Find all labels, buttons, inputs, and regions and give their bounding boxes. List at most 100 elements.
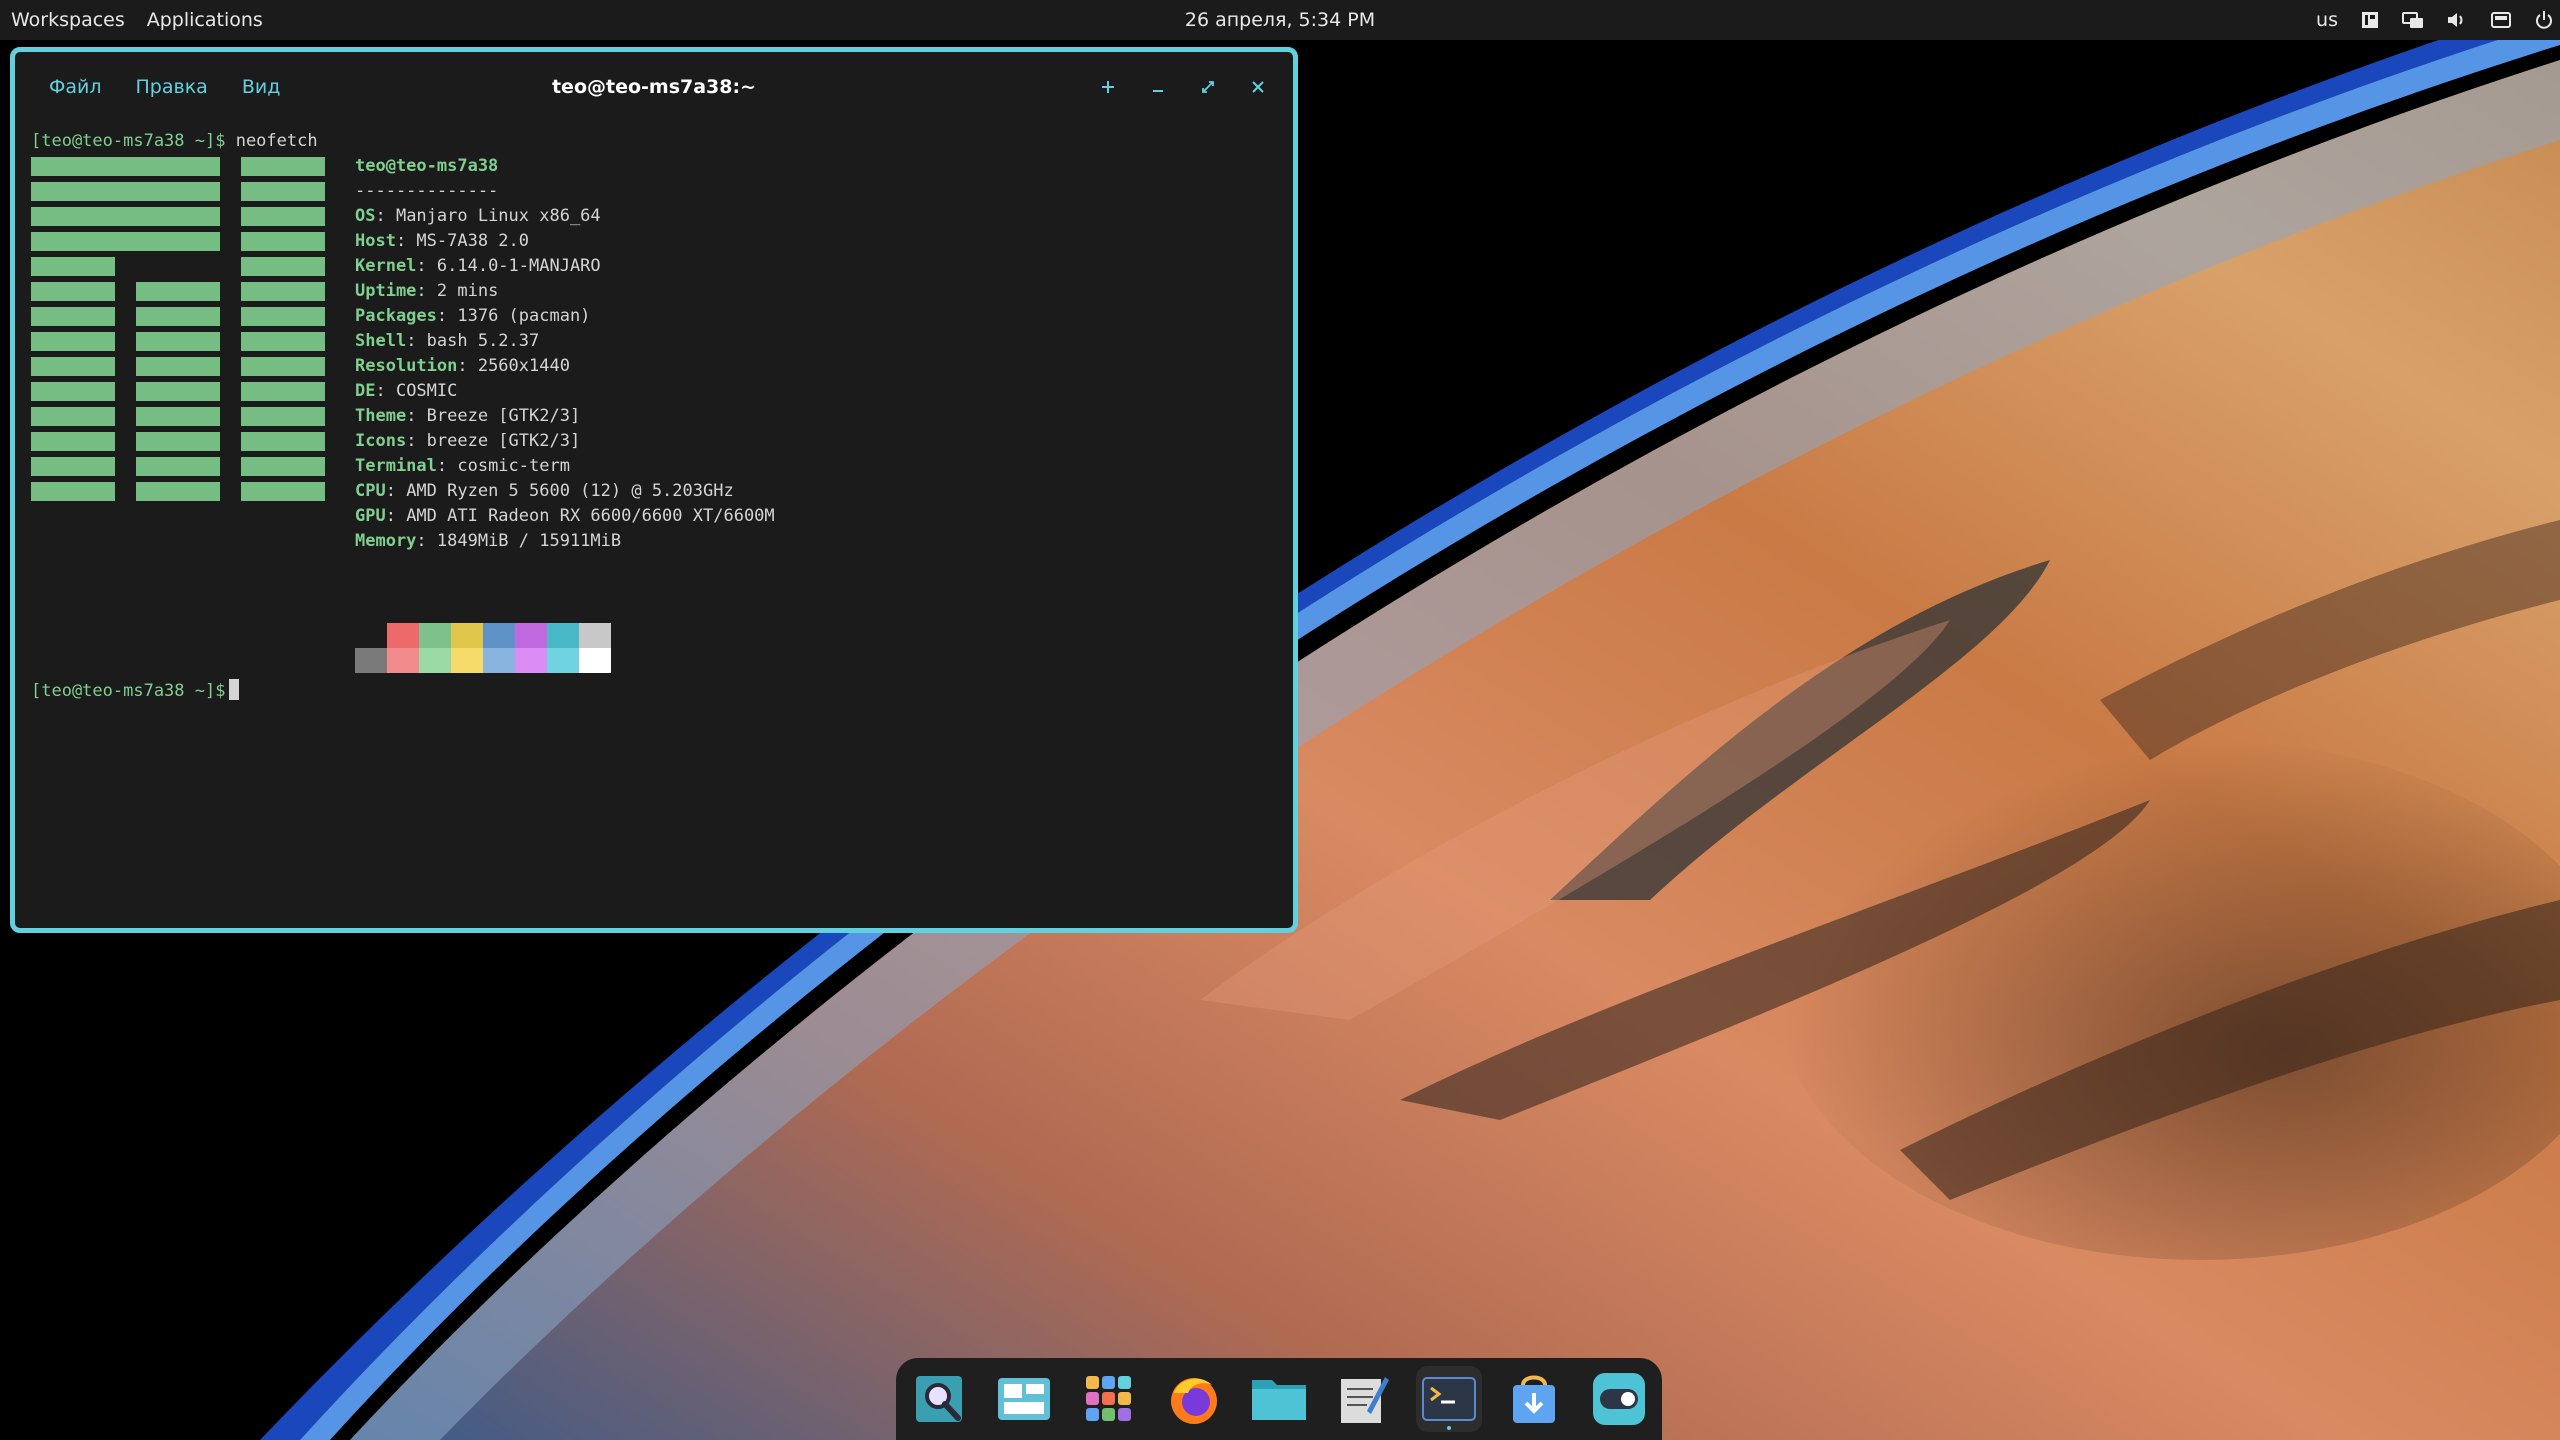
logo-block [31,307,115,326]
neofetch-line: Resolution: 2560x1440 [355,354,570,379]
dock-app-library[interactable] [1076,1366,1142,1432]
logo-block [241,232,325,251]
neofetch-value: : Manjaro Linux x86_64 [375,206,601,226]
logo-block [31,257,115,276]
neofetch-key: Theme [355,406,407,426]
dock-settings[interactable] [1586,1366,1652,1432]
neofetch-value: : 2560x1440 [457,356,570,376]
maximize-icon [1202,81,1214,93]
text-editor-icon [1341,1377,1389,1423]
network-icon[interactable] [2402,10,2424,30]
prompt: [teo@teo-ms7a38 ~]$ [31,131,226,151]
maximize-button[interactable] [1183,62,1233,112]
logo-block [241,257,325,276]
neofetch-key: DE [355,381,376,401]
files-icon [1252,1380,1306,1420]
applications-button[interactable]: Applications [136,0,274,40]
palette-swatch [451,623,483,648]
neofetch-line: Theme: Breeze [GTK2/3] [355,404,580,429]
logo-block [136,282,220,301]
dock-text-editor[interactable] [1331,1366,1397,1432]
palette-swatch [355,648,387,673]
neofetch-line: Terminal: cosmic-term [355,454,570,479]
terminal-icon [1422,1377,1476,1421]
neofetch-value: : COSMIC [375,381,458,401]
volume-icon[interactable] [2446,10,2468,30]
keyboard-layout-indicator[interactable]: us [2316,9,2338,31]
logo-block [31,332,115,351]
neofetch-value: : MS-7A38 2.0 [395,231,530,251]
close-button[interactable] [1233,62,1283,112]
clock-container: 26 апреля, 5:34 PM [0,0,2560,40]
palette-swatch [355,623,387,648]
logo-block [136,432,220,451]
clock-button[interactable]: 26 апреля, 5:34 PM [1185,9,1375,31]
logo-block [136,457,220,476]
window-controls [1083,52,1283,122]
neofetch-line: Shell: bash 5.2.37 [355,329,539,354]
dock-search[interactable] [906,1366,972,1432]
battery-icon[interactable] [2490,10,2512,30]
running-indicator [1447,1426,1451,1430]
store-icon [1513,1375,1555,1423]
neofetch-key: Host [355,231,396,251]
workspaces-app-icon [998,1378,1050,1420]
neofetch-value: : 1376 (pacman) [436,306,591,326]
logo-block [241,407,325,426]
logo-block [241,207,325,226]
menu-view[interactable]: Вид [225,52,298,122]
text-cursor [229,679,240,700]
dock-firefox[interactable] [1161,1366,1227,1432]
neofetch-key: CPU [355,481,386,501]
palette-swatch [579,623,611,648]
neofetch-line: Host: MS-7A38 2.0 [355,229,529,254]
palette-swatch [387,648,419,673]
neofetch-value: : 2 mins [416,281,499,301]
logo-block [31,432,115,451]
logo-block [31,482,115,501]
neofetch-line: Memory: 1849MiB / 15911MiB [355,529,621,554]
palette-swatch [515,623,547,648]
logo-block [31,382,115,401]
palette-swatch [451,648,483,673]
workspaces-button[interactable]: Workspaces [0,0,136,40]
window-headerbar[interactable]: Файл Правка Вид teo@teo-ms7a38:~ [15,52,1293,122]
neofetch-line: CPU: AMD Ryzen 5 5600 (12) @ 5.203GHz [355,479,734,504]
neofetch-key: GPU [355,506,386,526]
neofetch-line: GPU: AMD ATI Radeon RX 6600/6600 XT/6600… [355,504,775,529]
logo-block [136,407,220,426]
neofetch-line: Uptime: 2 mins [355,279,498,304]
dock-workspaces[interactable] [991,1366,1057,1432]
neofetch-user-host: teo@teo-ms7a38 [355,156,499,176]
dock-store[interactable] [1501,1366,1567,1432]
palette-swatch [515,648,547,673]
search-app-icon [916,1376,962,1422]
neofetch-value: : AMD ATI Radeon RX 6600/6600 XT/6600M [385,506,775,526]
dock-files[interactable] [1246,1366,1312,1432]
neofetch-separator: -------------- [355,181,499,201]
palette-swatch [419,648,451,673]
palette-swatch [419,623,451,648]
minimize-button[interactable] [1133,62,1183,112]
notifications-icon[interactable] [2360,10,2380,30]
new-tab-button[interactable] [1083,62,1133,112]
palette-swatch [547,648,579,673]
neofetch-line: Kernel: 6.14.0-1-MANJARO [355,254,601,279]
neofetch-value: : 6.14.0-1-MANJARO [416,256,601,276]
menu-file[interactable]: Файл [32,52,119,122]
neofetch-line: DE: COSMIC [355,379,457,404]
neofetch-value: : 1849MiB / 15911MiB [416,531,622,551]
neofetch-value: : cosmic-term [436,456,570,476]
neofetch-key: Resolution [355,356,458,376]
menu-edit[interactable]: Правка [119,52,225,122]
neofetch-key: Memory [355,531,417,551]
palette-swatch [547,623,579,648]
system-tray: us [2316,0,2554,40]
neofetch-line: Icons: breeze [GTK2/3] [355,429,580,454]
logo-block [241,307,325,326]
dock-terminal[interactable] [1416,1366,1482,1432]
terminal-window[interactable]: Файл Правка Вид teo@teo-ms7a38:~ [teo@te… [10,47,1298,933]
logo-block [31,182,220,201]
palette-swatch [579,648,611,673]
power-icon[interactable] [2534,10,2554,30]
